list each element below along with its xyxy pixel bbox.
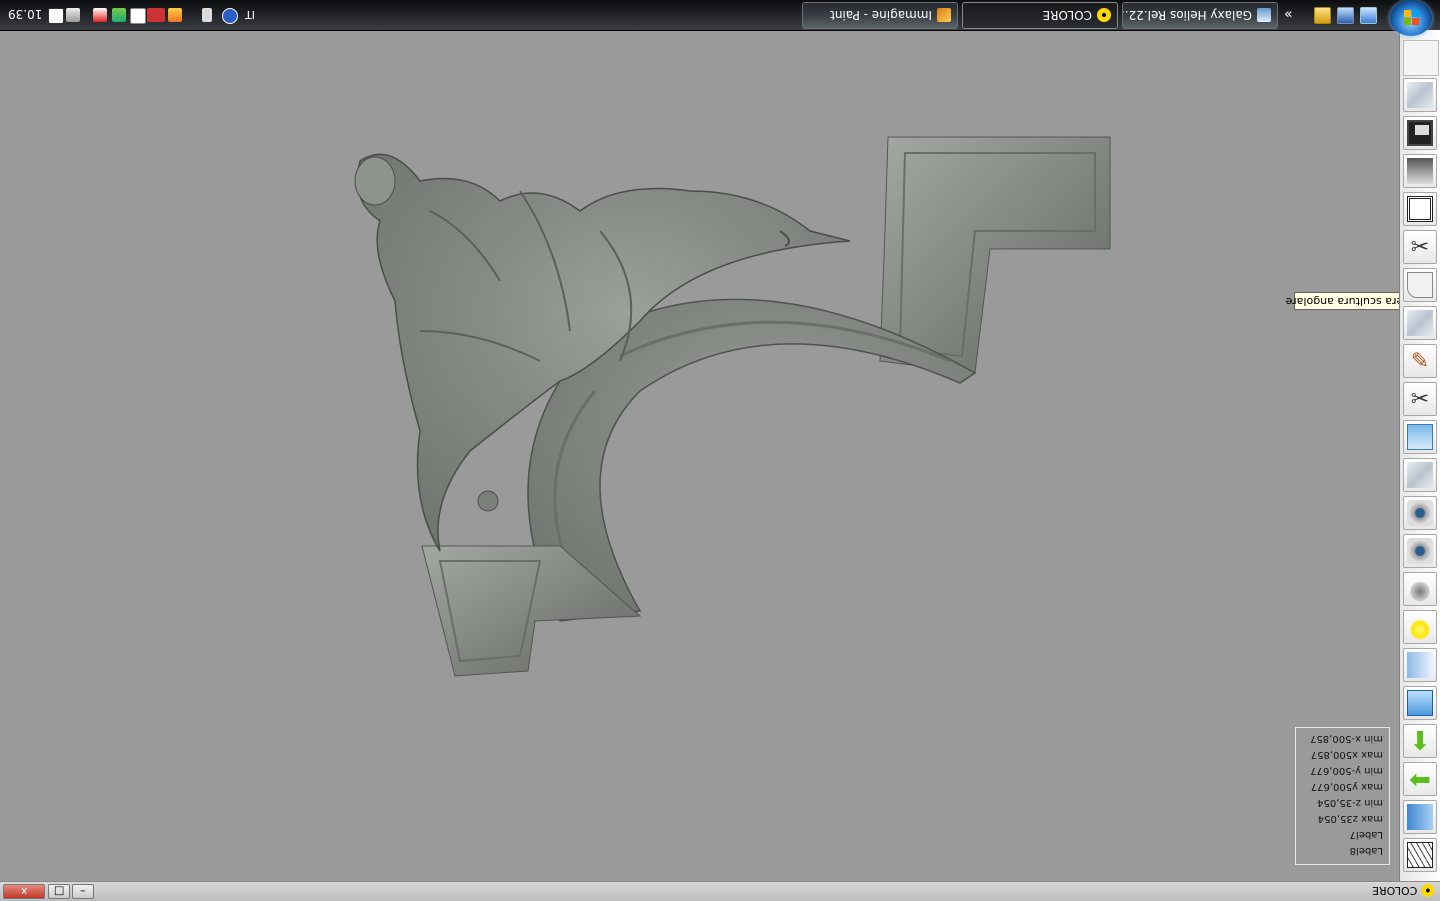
tray-app-icon[interactable] xyxy=(202,8,212,22)
scissors-icon: ✂ xyxy=(1410,235,1430,260)
corner-ornament-render xyxy=(354,136,1111,677)
tray-app-icon[interactable] xyxy=(147,8,165,22)
arrow-left-icon: ⬅ xyxy=(1409,765,1431,795)
panel-button[interactable] xyxy=(1403,800,1437,834)
corner-sculpture-button[interactable] xyxy=(1403,268,1437,302)
info-line: max x500,857 xyxy=(1310,749,1383,760)
texture-button[interactable] xyxy=(1403,458,1437,492)
tray-app-icon[interactable] xyxy=(93,8,107,22)
galaxy-icon xyxy=(1257,8,1271,23)
windows-logo-icon xyxy=(1403,9,1419,25)
gradient-button[interactable] xyxy=(1403,648,1437,682)
info-line: min z-35,054 xyxy=(1317,797,1383,808)
blue-panel-icon xyxy=(1407,804,1433,830)
maximize-button[interactable]: □ xyxy=(48,884,70,899)
tray-app-icon[interactable] xyxy=(130,8,146,24)
light-off-icon xyxy=(1407,576,1433,602)
media-player-icon[interactable] xyxy=(1314,7,1331,24)
tray-app-icon[interactable] xyxy=(112,8,126,22)
save-button[interactable] xyxy=(1403,116,1437,150)
network-icon[interactable] xyxy=(66,8,80,22)
camera-icon xyxy=(1407,538,1433,564)
frame-icon xyxy=(1407,196,1433,222)
info-line: min y-500,677 xyxy=(1310,765,1383,776)
maximize-icon: □ xyxy=(53,885,65,898)
taskbar-button-colore[interactable]: COLORE xyxy=(962,2,1118,29)
printer-icon xyxy=(1407,158,1433,184)
taskbar-button-galaxy[interactable]: Galaxy Helios Rel.22.... xyxy=(1122,2,1278,29)
light-off-button[interactable] xyxy=(1403,572,1437,606)
wireframe-icon xyxy=(1407,842,1433,868)
tool-palette: ✂ ✎ ✂ ⬇ ⬅ xyxy=(1399,30,1440,882)
corner-sculpture-icon xyxy=(1407,272,1433,298)
quicklaunch-overflow-button[interactable]: » xyxy=(1284,6,1293,22)
info-line: max z35,054 xyxy=(1317,813,1383,824)
cut-button[interactable]: ✂ xyxy=(1403,230,1437,264)
print-button[interactable] xyxy=(1403,154,1437,188)
light-on-icon xyxy=(1407,614,1433,640)
system-tray: 10.39 IT xyxy=(0,0,270,30)
tray-app-icon[interactable] xyxy=(168,8,182,22)
close-icon: x xyxy=(20,885,28,898)
volume-icon[interactable] xyxy=(48,8,64,24)
info-panel-icon xyxy=(1407,690,1433,716)
texture-icon xyxy=(1407,462,1433,488)
task-label: Immagine - Paint xyxy=(830,8,932,23)
cut-button[interactable]: ✂ xyxy=(1403,382,1437,416)
close-button[interactable]: x xyxy=(3,884,45,899)
show-desktop-icon[interactable] xyxy=(1360,7,1377,24)
back-button[interactable]: ⬅ xyxy=(1403,762,1437,796)
camera-icon xyxy=(1407,500,1433,526)
leaf-bud xyxy=(354,156,396,206)
start-button[interactable] xyxy=(1390,0,1432,36)
texture-button[interactable] xyxy=(1403,306,1437,340)
help-icon[interactable] xyxy=(222,8,238,24)
gradient-icon xyxy=(1407,652,1433,678)
radiation-icon xyxy=(1097,8,1111,23)
minimize-icon: – xyxy=(80,885,86,898)
info-line: Label8 xyxy=(1349,845,1383,856)
camera-button[interactable] xyxy=(1403,534,1437,568)
taskbar-button-paint[interactable]: Immagine - Paint xyxy=(802,2,958,29)
arrow-down-icon: ⬇ xyxy=(1409,727,1431,757)
acanthus-leaves xyxy=(356,153,851,552)
paint-icon xyxy=(937,8,951,23)
texture-icon xyxy=(1407,310,1433,336)
info-panel-button[interactable] xyxy=(1403,686,1437,720)
scissors-icon: ✂ xyxy=(1410,387,1430,412)
task-label: Galaxy Helios Rel.22.... xyxy=(1122,8,1252,23)
window-title: COLORE xyxy=(1372,884,1435,897)
3d-viewport[interactable] xyxy=(0,31,1398,879)
radiation-icon xyxy=(1421,884,1435,897)
toolbar-blank-button[interactable] xyxy=(1403,40,1439,76)
camera-button[interactable] xyxy=(1403,496,1437,530)
window-icon xyxy=(1407,424,1433,450)
floppy-disk-icon xyxy=(1407,120,1433,146)
volute-scroll xyxy=(477,490,499,512)
minimize-button[interactable]: – xyxy=(72,884,94,899)
pencil-icon: ✎ xyxy=(1410,349,1430,374)
frame-segment-top xyxy=(879,136,1111,374)
wireframe-button[interactable] xyxy=(1403,838,1437,872)
draw-button[interactable]: ✎ xyxy=(1403,344,1437,378)
bounds-info-panel: Label8 Label7 max z35,054 min z-35,054 m… xyxy=(1295,727,1390,865)
info-line: Label7 xyxy=(1349,829,1383,840)
clock[interactable]: 10.39 xyxy=(8,7,42,21)
info-line: min x-500,857 xyxy=(1310,733,1383,744)
texture-button[interactable] xyxy=(1403,78,1437,112)
window-title-text: COLORE xyxy=(1372,884,1418,897)
window-button[interactable] xyxy=(1403,420,1437,454)
light-on-button[interactable] xyxy=(1403,610,1437,644)
task-label: COLORE xyxy=(1042,8,1092,23)
taskbar: » Galaxy Helios Rel.22.... COLORE Immagi… xyxy=(0,0,1440,36)
next-button[interactable]: ⬇ xyxy=(1403,724,1437,758)
frame-button[interactable] xyxy=(1403,192,1437,226)
info-line: max y500,677 xyxy=(1310,781,1383,792)
window-titlebar: x □ – COLORE xyxy=(0,881,1440,901)
language-indicator[interactable]: IT xyxy=(245,8,255,21)
texture-icon xyxy=(1407,82,1433,108)
switch-windows-icon[interactable] xyxy=(1337,7,1354,24)
